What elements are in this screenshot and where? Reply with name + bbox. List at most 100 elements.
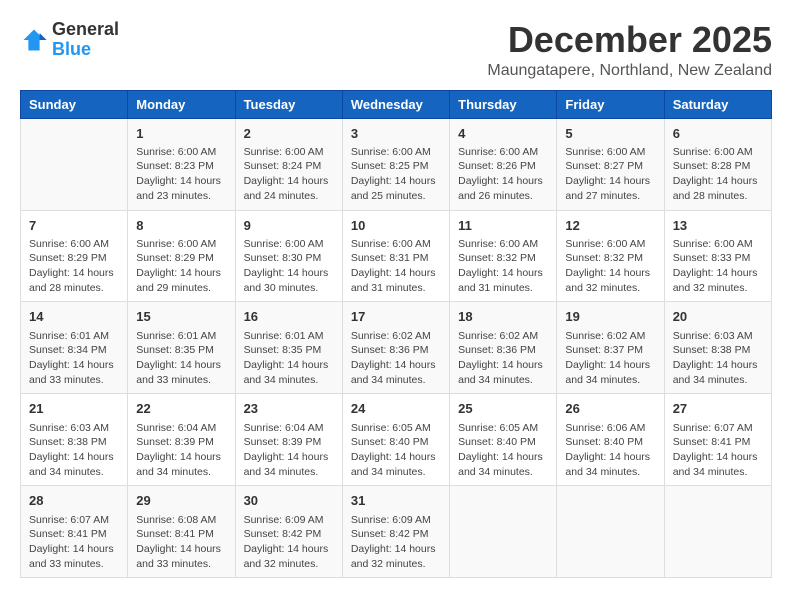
col-thursday: Thursday [450, 90, 557, 118]
day-number: 14 [29, 308, 119, 326]
day-cell: 21Sunrise: 6:03 AMSunset: 8:38 PMDayligh… [21, 394, 128, 486]
day-cell: 24 Sunrise: 6:05 AMSunset: 8:40 PMDayligh… [342, 394, 449, 486]
day-cell: 14 Sunrise: 6:01 AMSunset: 8:34 PMDayligh… [21, 302, 128, 394]
day-cell: 2 Sunrise: 6:00 AMSunset: 8:24 PMDaylight… [235, 118, 342, 210]
day-info: Sunrise: 6:00 AMSunset: 8:26 PMDaylight:… [458, 145, 548, 204]
day-number: 30 [244, 492, 334, 510]
day-cell: 23 Sunrise: 6:04 AMSunset: 8:39 PMDayligh… [235, 394, 342, 486]
day-cell: 7 Sunrise: 6:00 AMSunset: 8:29 PMDaylight… [21, 210, 128, 302]
header-row: Sunday Monday Tuesday Wednesday Thursday… [21, 90, 772, 118]
day-info: Sunrise: 6:00 AMSunset: 8:33 PMDaylight:… [673, 237, 763, 296]
day-cell: 22 Sunrise: 6:04 AMSunset: 8:39 PMDayligh… [128, 394, 235, 486]
day-info: Sunrise: 6:00 AMSunset: 8:29 PMDaylight:… [136, 237, 226, 296]
day-number: 10 [351, 217, 441, 235]
day-info: Sunrise: 6:00 AMSunset: 8:31 PMDaylight:… [351, 237, 441, 296]
day-info: Sunrise: 6:04 AMSunset: 8:39 PMDaylight:… [136, 421, 226, 480]
day-number: 23 [244, 400, 334, 418]
day-cell [21, 118, 128, 210]
day-number: 18 [458, 308, 548, 326]
day-number: 8 [136, 217, 226, 235]
title-section: December 2025 Maungatapere, Northland, N… [487, 20, 772, 80]
day-info: Sunrise: 6:07 AMSunset: 8:41 PMDaylight:… [29, 513, 119, 572]
day-info: Sunrise: 6:01 AMSunset: 8:35 PMDaylight:… [136, 329, 226, 388]
day-number: 13 [673, 217, 763, 235]
day-info: Sunrise: 6:00 AMSunset: 8:23 PMDaylight:… [136, 145, 226, 204]
day-number: 19 [565, 308, 655, 326]
week-row-3: 14 Sunrise: 6:01 AMSunset: 8:34 PMDayligh… [21, 302, 772, 394]
day-info: Sunrise: 6:02 AMSunset: 8:36 PMDaylight:… [351, 329, 441, 388]
day-cell: 8 Sunrise: 6:00 AMSunset: 8:29 PMDaylight… [128, 210, 235, 302]
day-cell: 11 Sunrise: 6:00 AMSunset: 8:32 PMDayligh… [450, 210, 557, 302]
day-number: 15 [136, 308, 226, 326]
page-container: General Blue December 2025 Maungatapere,… [20, 20, 772, 578]
calendar-body: 1 Sunrise: 6:00 AMSunset: 8:23 PMDaylight… [21, 118, 772, 578]
day-info: Sunrise: 6:00 AMSunset: 8:32 PMDaylight:… [565, 237, 655, 296]
day-info: Sunrise: 6:00 AMSunset: 8:28 PMDaylight:… [673, 145, 763, 204]
day-number: 11 [458, 217, 548, 235]
day-info: Sunrise: 6:00 AMSunset: 8:25 PMDaylight:… [351, 145, 441, 204]
day-info: Sunrise: 6:00 AMSunset: 8:32 PMDaylight:… [458, 237, 548, 296]
day-info: Sunrise: 6:00 AMSunset: 8:29 PMDaylight:… [29, 237, 119, 296]
day-cell: 19Sunrise: 6:02 AMSunset: 8:37 PMDayligh… [557, 302, 664, 394]
col-wednesday: Wednesday [342, 90, 449, 118]
day-info: Sunrise: 6:00 AMSunset: 8:24 PMDaylight:… [244, 145, 334, 204]
day-cell: 12 Sunrise: 6:00 AMSunset: 8:32 PMDayligh… [557, 210, 664, 302]
day-info: Sunrise: 6:01 AMSunset: 8:35 PMDaylight:… [244, 329, 334, 388]
day-cell: 29Sunrise: 6:08 AMSunset: 8:41 PMDayligh… [128, 486, 235, 578]
day-info: Sunrise: 6:04 AMSunset: 8:39 PMDaylight:… [244, 421, 334, 480]
day-cell: 18 Sunrise: 6:02 AMSunset: 8:36 PMDayligh… [450, 302, 557, 394]
day-number: 2 [244, 125, 334, 143]
day-cell: 4Sunrise: 6:00 AMSunset: 8:26 PMDaylight… [450, 118, 557, 210]
day-info: Sunrise: 6:09 AMSunset: 8:42 PMDaylight:… [244, 513, 334, 572]
day-info: Sunrise: 6:00 AMSunset: 8:30 PMDaylight:… [244, 237, 334, 296]
week-row-2: 7 Sunrise: 6:00 AMSunset: 8:29 PMDaylight… [21, 210, 772, 302]
day-number: 12 [565, 217, 655, 235]
day-number: 17 [351, 308, 441, 326]
day-number: 24 [351, 400, 441, 418]
day-cell [664, 486, 771, 578]
logo-icon [20, 26, 48, 54]
day-cell: 9 Sunrise: 6:00 AMSunset: 8:30 PMDaylight… [235, 210, 342, 302]
day-info: Sunrise: 6:07 AMSunset: 8:41 PMDaylight:… [673, 421, 763, 480]
day-number: 3 [351, 125, 441, 143]
day-number: 20 [673, 308, 763, 326]
location-title: Maungatapere, Northland, New Zealand [487, 62, 772, 80]
day-number: 9 [244, 217, 334, 235]
week-row-1: 1 Sunrise: 6:00 AMSunset: 8:23 PMDaylight… [21, 118, 772, 210]
logo-text: General Blue [52, 20, 119, 60]
day-info: Sunrise: 6:00 AMSunset: 8:27 PMDaylight:… [565, 145, 655, 204]
day-cell: 16 Sunrise: 6:01 AMSunset: 8:35 PMDayligh… [235, 302, 342, 394]
day-cell: 30 Sunrise: 6:09 AMSunset: 8:42 PMDayligh… [235, 486, 342, 578]
day-cell: 17 Sunrise: 6:02 AMSunset: 8:36 PMDayligh… [342, 302, 449, 394]
day-number: 21 [29, 400, 119, 418]
logo: General Blue [20, 20, 119, 60]
day-number: 7 [29, 217, 119, 235]
day-info: Sunrise: 6:01 AMSunset: 8:34 PMDaylight:… [29, 329, 119, 388]
day-info: Sunrise: 6:05 AMSunset: 8:40 PMDaylight:… [458, 421, 548, 480]
day-info: Sunrise: 6:02 AMSunset: 8:36 PMDaylight:… [458, 329, 548, 388]
day-cell: 25Sunrise: 6:05 AMSunset: 8:40 PMDayligh… [450, 394, 557, 486]
day-info: Sunrise: 6:03 AMSunset: 8:38 PMDaylight:… [673, 329, 763, 388]
day-number: 31 [351, 492, 441, 510]
month-title: December 2025 [487, 20, 772, 60]
day-number: 16 [244, 308, 334, 326]
day-cell: 6Sunrise: 6:00 AMSunset: 8:28 PMDaylight… [664, 118, 771, 210]
day-cell: 1 Sunrise: 6:00 AMSunset: 8:23 PMDaylight… [128, 118, 235, 210]
day-cell: 28Sunrise: 6:07 AMSunset: 8:41 PMDayligh… [21, 486, 128, 578]
day-cell: 15 Sunrise: 6:01 AMSunset: 8:35 PMDayligh… [128, 302, 235, 394]
day-cell: 26 Sunrise: 6:06 AMSunset: 8:40 PMDayligh… [557, 394, 664, 486]
day-cell: 31Sunrise: 6:09 AMSunset: 8:42 PMDayligh… [342, 486, 449, 578]
header: General Blue December 2025 Maungatapere,… [20, 20, 772, 80]
day-info: Sunrise: 6:05 AMSunset: 8:40 PMDaylight:… [351, 421, 441, 480]
day-number: 1 [136, 125, 226, 143]
col-sunday: Sunday [21, 90, 128, 118]
day-info: Sunrise: 6:08 AMSunset: 8:41 PMDaylight:… [136, 513, 226, 572]
day-info: Sunrise: 6:06 AMSunset: 8:40 PMDaylight:… [565, 421, 655, 480]
week-row-4: 21Sunrise: 6:03 AMSunset: 8:38 PMDayligh… [21, 394, 772, 486]
col-tuesday: Tuesday [235, 90, 342, 118]
day-number: 22 [136, 400, 226, 418]
col-monday: Monday [128, 90, 235, 118]
week-row-5: 28Sunrise: 6:07 AMSunset: 8:41 PMDayligh… [21, 486, 772, 578]
day-cell: 27Sunrise: 6:07 AMSunset: 8:41 PMDayligh… [664, 394, 771, 486]
day-number: 26 [565, 400, 655, 418]
